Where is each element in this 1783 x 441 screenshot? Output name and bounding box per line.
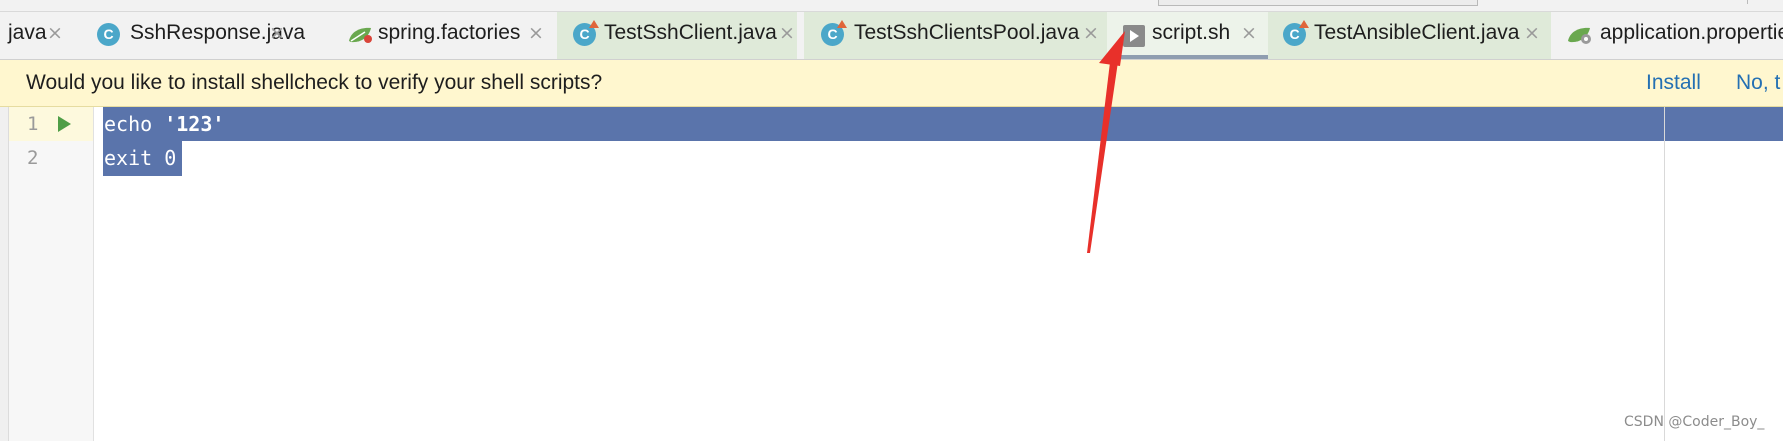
watermark: CSDN @Coder_Boy_ <box>1624 414 1765 430</box>
annotation-arrow <box>1087 31 1125 253</box>
